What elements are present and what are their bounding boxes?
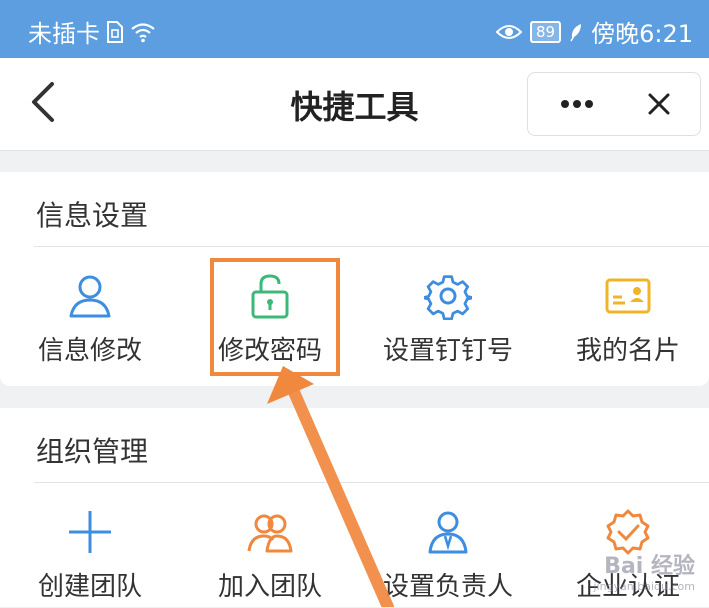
watermark: Bai 经验 jingyan.baidu.com bbox=[593, 548, 695, 593]
watermark-text: Bai 经验 bbox=[604, 554, 695, 579]
annotation-arrow bbox=[267, 366, 394, 607]
watermark-sub: jingyan.baidu.com bbox=[593, 580, 695, 593]
